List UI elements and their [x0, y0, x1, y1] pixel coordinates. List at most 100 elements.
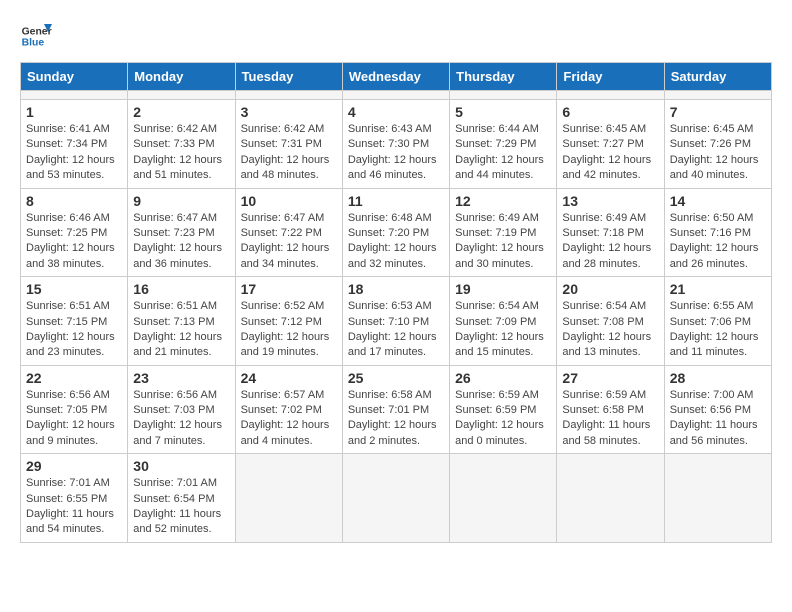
calendar-cell: 15Sunrise: 6:51 AMSunset: 7:15 PMDayligh…	[21, 277, 128, 366]
day-info: Sunrise: 6:56 AMSunset: 7:03 PMDaylight:…	[133, 388, 229, 450]
day-number: 19	[455, 281, 551, 297]
day-info: Sunrise: 6:45 AMSunset: 7:26 PMDaylight:…	[670, 122, 766, 184]
calendar-cell	[128, 91, 235, 100]
day-info: Sunrise: 6:45 AMSunset: 7:27 PMDaylight:…	[562, 122, 658, 184]
day-number: 11	[348, 193, 444, 209]
day-number: 23	[133, 370, 229, 386]
calendar-cell: 5Sunrise: 6:44 AMSunset: 7:29 PMDaylight…	[450, 100, 557, 189]
day-header-wednesday: Wednesday	[342, 63, 449, 91]
day-number: 6	[562, 104, 658, 120]
calendar-cell: 9Sunrise: 6:47 AMSunset: 7:23 PMDaylight…	[128, 188, 235, 277]
calendar-cell: 4 Sunrise: 6:43 AMSunset: 7:30 PMDaylight…	[342, 100, 449, 189]
day-info: Sunrise: 6:54 AMSunset: 7:09 PMDaylight:…	[455, 299, 551, 361]
calendar-cell	[557, 454, 664, 543]
day-number: 26	[455, 370, 551, 386]
calendar-cell	[557, 91, 664, 100]
calendar-cell: 28 Sunrise: 7:00 AMSunset: 6:56 PMDayligh…	[664, 365, 771, 454]
day-header-sunday: Sunday	[21, 63, 128, 91]
day-info: Sunrise: 6:43 AMSunset: 7:30 PMDaylight:…	[348, 122, 444, 184]
day-number: 15	[26, 281, 122, 297]
day-info: Sunrise: 6:52 AMSunset: 7:12 PMDaylight:…	[241, 299, 337, 361]
day-info: Sunrise: 6:53 AMSunset: 7:10 PMDaylight:…	[348, 299, 444, 361]
calendar-cell: 7 Sunrise: 6:45 AMSunset: 7:26 PMDaylight…	[664, 100, 771, 189]
calendar-cell	[21, 91, 128, 100]
day-info: Sunrise: 6:47 AMSunset: 7:22 PMDaylight:…	[241, 211, 337, 273]
day-info: Sunrise: 7:01 AMSunset: 6:55 PMDaylight:…	[26, 476, 122, 538]
day-info: Sunrise: 6:50 AMSunset: 7:16 PMDaylight:…	[670, 211, 766, 273]
calendar-cell	[342, 454, 449, 543]
day-info: Sunrise: 6:44 AMSunset: 7:29 PMDaylight:…	[455, 122, 551, 184]
day-info: Sunrise: 6:55 AMSunset: 7:06 PMDaylight:…	[670, 299, 766, 361]
day-number: 14	[670, 193, 766, 209]
calendar-cell	[235, 454, 342, 543]
day-number: 4	[348, 104, 444, 120]
day-number: 16	[133, 281, 229, 297]
calendar-cell: 16 Sunrise: 6:51 AMSunset: 7:13 PMDayligh…	[128, 277, 235, 366]
logo: General Blue	[20, 20, 56, 52]
week-row-0	[21, 91, 772, 100]
day-info: Sunrise: 7:00 AMSunset: 6:56 PMDaylight:…	[670, 388, 766, 450]
day-number: 8	[26, 193, 122, 209]
day-info: Sunrise: 6:42 AMSunset: 7:31 PMDaylight:…	[241, 122, 337, 184]
day-info: Sunrise: 6:49 AMSunset: 7:18 PMDaylight:…	[562, 211, 658, 273]
day-number: 9	[133, 193, 229, 209]
day-header-tuesday: Tuesday	[235, 63, 342, 91]
week-row-2: 8 Sunrise: 6:46 AMSunset: 7:25 PMDaylight…	[21, 188, 772, 277]
calendar-cell: 25Sunrise: 6:58 AMSunset: 7:01 PMDayligh…	[342, 365, 449, 454]
day-header-monday: Monday	[128, 63, 235, 91]
day-info: Sunrise: 6:54 AMSunset: 7:08 PMDaylight:…	[562, 299, 658, 361]
week-row-4: 22 Sunrise: 6:56 AMSunset: 7:05 PMDayligh…	[21, 365, 772, 454]
calendar-cell: 27 Sunrise: 6:59 AMSunset: 6:58 PMDayligh…	[557, 365, 664, 454]
day-number: 22	[26, 370, 122, 386]
calendar-cell: 26 Sunrise: 6:59 AMSunset: 6:59 PMDayligh…	[450, 365, 557, 454]
calendar-cell: 17 Sunrise: 6:52 AMSunset: 7:12 PMDayligh…	[235, 277, 342, 366]
day-number: 20	[562, 281, 658, 297]
day-info: Sunrise: 7:01 AMSunset: 6:54 PMDaylight:…	[133, 476, 229, 538]
week-row-3: 15Sunrise: 6:51 AMSunset: 7:15 PMDayligh…	[21, 277, 772, 366]
calendar-cell: 13 Sunrise: 6:49 AMSunset: 7:18 PMDayligh…	[557, 188, 664, 277]
day-number: 24	[241, 370, 337, 386]
day-info: Sunrise: 6:56 AMSunset: 7:05 PMDaylight:…	[26, 388, 122, 450]
day-number: 10	[241, 193, 337, 209]
calendar-cell: 20 Sunrise: 6:54 AMSunset: 7:08 PMDayligh…	[557, 277, 664, 366]
day-number: 28	[670, 370, 766, 386]
svg-text:Blue: Blue	[22, 38, 45, 49]
day-header-row: SundayMondayTuesdayWednesdayThursdayFrid…	[21, 63, 772, 91]
calendar-cell	[450, 91, 557, 100]
calendar-cell: 11Sunrise: 6:48 AMSunset: 7:20 PMDayligh…	[342, 188, 449, 277]
calendar-cell: 23 Sunrise: 6:56 AMSunset: 7:03 PMDayligh…	[128, 365, 235, 454]
calendar-cell	[342, 91, 449, 100]
calendar-cell: 3Sunrise: 6:42 AMSunset: 7:31 PMDaylight…	[235, 100, 342, 189]
day-info: Sunrise: 6:46 AMSunset: 7:25 PMDaylight:…	[26, 211, 122, 273]
day-number: 7	[670, 104, 766, 120]
day-header-friday: Friday	[557, 63, 664, 91]
calendar-cell	[450, 454, 557, 543]
calendar-cell: 14 Sunrise: 6:50 AMSunset: 7:16 PMDayligh…	[664, 188, 771, 277]
calendar-cell: 12Sunrise: 6:49 AMSunset: 7:19 PMDayligh…	[450, 188, 557, 277]
day-info: Sunrise: 6:59 AMSunset: 6:59 PMDaylight:…	[455, 388, 551, 450]
calendar-cell: 8 Sunrise: 6:46 AMSunset: 7:25 PMDaylight…	[21, 188, 128, 277]
calendar-cell: 21Sunrise: 6:55 AMSunset: 7:06 PMDayligh…	[664, 277, 771, 366]
calendar-cell	[664, 91, 771, 100]
calendar-cell	[664, 454, 771, 543]
page-header: General Blue	[20, 20, 772, 52]
day-info: Sunrise: 6:49 AMSunset: 7:19 PMDaylight:…	[455, 211, 551, 273]
logo-icon: General Blue	[20, 20, 52, 52]
day-header-saturday: Saturday	[664, 63, 771, 91]
calendar-cell: 19 Sunrise: 6:54 AMSunset: 7:09 PMDayligh…	[450, 277, 557, 366]
day-number: 17	[241, 281, 337, 297]
day-header-thursday: Thursday	[450, 63, 557, 91]
day-number: 27	[562, 370, 658, 386]
day-number: 2	[133, 104, 229, 120]
day-number: 13	[562, 193, 658, 209]
day-info: Sunrise: 6:57 AMSunset: 7:02 PMDaylight:…	[241, 388, 337, 450]
calendar-cell: 29Sunrise: 7:01 AMSunset: 6:55 PMDayligh…	[21, 454, 128, 543]
day-info: Sunrise: 6:59 AMSunset: 6:58 PMDaylight:…	[562, 388, 658, 450]
calendar-cell: 18Sunrise: 6:53 AMSunset: 7:10 PMDayligh…	[342, 277, 449, 366]
calendar-cell: 30Sunrise: 7:01 AMSunset: 6:54 PMDayligh…	[128, 454, 235, 543]
calendar-table: SundayMondayTuesdayWednesdayThursdayFrid…	[20, 62, 772, 543]
day-number: 1	[26, 104, 122, 120]
day-info: Sunrise: 6:51 AMSunset: 7:13 PMDaylight:…	[133, 299, 229, 361]
calendar-cell: 10 Sunrise: 6:47 AMSunset: 7:22 PMDayligh…	[235, 188, 342, 277]
day-info: Sunrise: 6:41 AMSunset: 7:34 PMDaylight:…	[26, 122, 122, 184]
